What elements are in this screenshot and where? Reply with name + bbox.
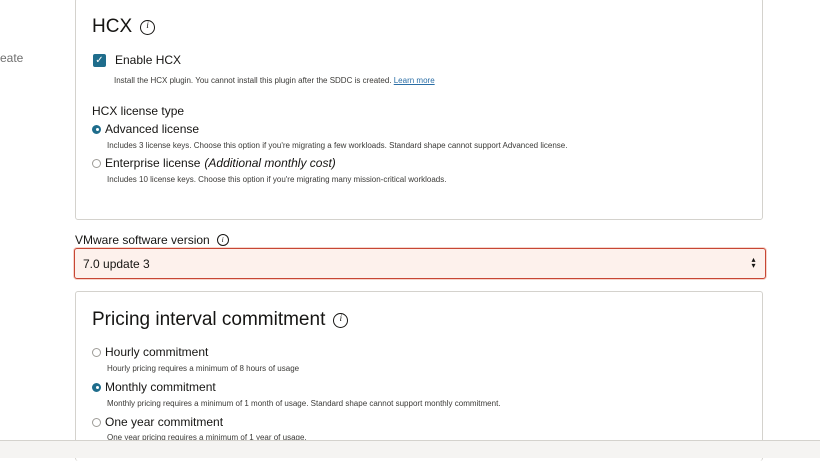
hcx-license-heading: HCX license type <box>92 104 185 118</box>
advanced-license-radio[interactable] <box>92 124 101 134</box>
hourly-commitment-help: Hourly pricing requires a minimum of 8 h… <box>107 364 300 373</box>
info-icon[interactable]: i <box>333 312 349 328</box>
advanced-license-option[interactable]: Advanced license <box>92 122 199 136</box>
hcx-title-text: HCX <box>92 16 133 37</box>
enterprise-license-option[interactable]: Enterprise license (Additional monthly c… <box>92 156 336 170</box>
one-year-commitment-option[interactable]: One year commitment <box>92 415 223 429</box>
enterprise-license-radio[interactable] <box>92 158 101 168</box>
select-updown-icon: ▴ ▾ <box>751 255 756 270</box>
pricing-panel: Pricing interval commitment i Hourly com… <box>75 291 763 461</box>
advanced-license-help: Includes 3 license keys. Choose this opt… <box>107 141 568 150</box>
hourly-commitment-radio[interactable] <box>92 347 101 357</box>
hourly-commitment-label: Hourly commitment <box>105 345 209 359</box>
monthly-commitment-help: Monthly pricing requires a minimum of 1 … <box>107 399 501 408</box>
enable-hcx-label: Enable HCX <box>115 53 182 67</box>
truncated-left-label: eate <box>0 51 24 65</box>
info-icon[interactable]: i <box>216 234 229 246</box>
enable-hcx-checkbox[interactable]: ✓ <box>93 53 106 67</box>
hcx-panel: HCX i ✓ Enable HCX Install the HCX plugi… <box>75 0 763 220</box>
enable-hcx-help: Install the HCX plugin. You cannot insta… <box>114 76 435 85</box>
vmware-version-value: 7.0 update 3 <box>83 256 150 271</box>
learn-more-link[interactable]: Learn more <box>394 76 435 85</box>
enable-hcx-checkbox-row[interactable]: ✓ Enable HCX <box>93 53 181 67</box>
enterprise-license-suffix: (Additional monthly cost) <box>204 156 336 170</box>
vmware-version-label-text: VMware software version <box>75 233 210 247</box>
enterprise-license-help: Includes 10 license keys. Choose this op… <box>107 175 447 184</box>
pricing-title-text: Pricing interval commitment <box>92 309 326 330</box>
monthly-commitment-label: Monthly commitment <box>105 380 216 394</box>
vmware-version-select[interactable]: 7.0 update 3 ▴ ▾ <box>74 248 766 279</box>
hcx-title: HCX i <box>92 16 156 38</box>
monthly-commitment-radio[interactable] <box>92 382 101 392</box>
one-year-commitment-radio[interactable] <box>92 417 101 427</box>
monthly-commitment-option[interactable]: Monthly commitment <box>92 380 216 394</box>
advanced-license-label: Advanced license <box>105 122 200 136</box>
enable-hcx-help-text: Install the HCX plugin. You cannot insta… <box>114 76 392 85</box>
hourly-commitment-option[interactable]: Hourly commitment <box>92 345 208 359</box>
one-year-commitment-label: One year commitment <box>105 415 224 429</box>
enterprise-license-label: Enterprise license <box>105 156 201 170</box>
bottom-action-bar <box>0 440 820 458</box>
vmware-version-label: VMware software version i <box>75 233 229 247</box>
pricing-title: Pricing interval commitment i <box>92 309 349 331</box>
info-icon[interactable]: i <box>140 19 156 35</box>
